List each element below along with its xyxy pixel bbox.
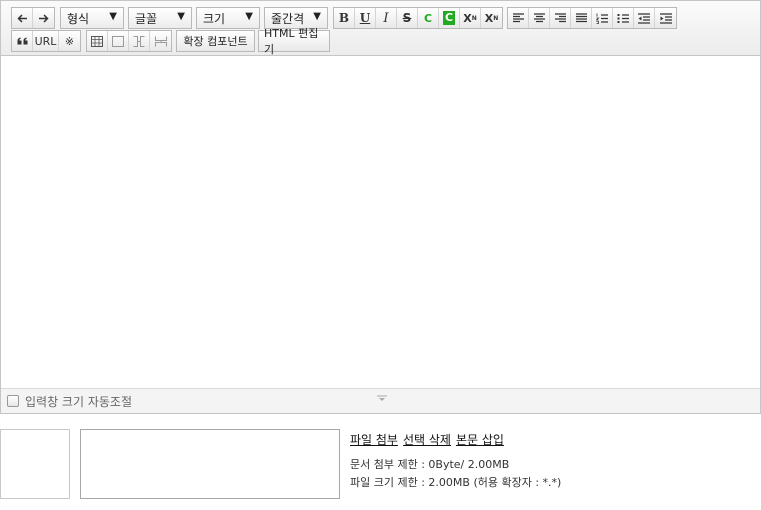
underline-label: U: [359, 11, 371, 25]
merge-cells-button[interactable]: [108, 31, 129, 51]
extension-component-label: 확장 컴포넌트: [183, 35, 248, 48]
attachment-actions: 파일 첨부 선택 삭제 본문 삽입: [350, 431, 504, 448]
auto-resize-bar: 입력창 크기 자동조절: [1, 388, 760, 413]
resize-grip-icon: [377, 395, 387, 401]
italic-button[interactable]: I: [376, 8, 397, 28]
align-center-button[interactable]: [529, 8, 550, 28]
indent-button[interactable]: [655, 8, 676, 28]
ordered-list-button[interactable]: [592, 8, 613, 28]
insert-into-body-link[interactable]: 본문 삽입: [456, 431, 504, 448]
special-char-label: ※: [64, 34, 75, 48]
history-group: [11, 7, 55, 29]
table-icon: [91, 35, 103, 47]
insert-group: URL ※: [11, 30, 81, 52]
rich-text-editor: 형식 ▼ 글꼴 ▼ 크기 ▼ 줄간격 ▼ B U I S C C XN XN U…: [0, 0, 761, 414]
format-select[interactable]: 형식 ▼: [60, 7, 124, 29]
split-row-icon: [154, 36, 167, 46]
arrow-right-icon: [39, 13, 49, 23]
resize-handle-icon[interactable]: [377, 395, 387, 402]
file-size-limit: 파일 크기 제한 : 2.00MB (허용 확장자 : *.*): [350, 476, 562, 489]
outdent-icon: [638, 12, 650, 24]
caret-down-icon: ▼: [177, 11, 185, 22]
undo-button[interactable]: [12, 8, 33, 28]
align-justify-button[interactable]: [571, 8, 592, 28]
font-color-button[interactable]: C: [418, 8, 439, 28]
text-style-group: B U I S C C XN XN: [333, 7, 503, 29]
numbered-list-icon: [596, 13, 608, 24]
strike-label: S: [402, 11, 412, 25]
editor-toolbar: 형식 ▼ 글꼴 ▼ 크기 ▼ 줄간격 ▼ B U I S C C XN XN U…: [1, 1, 760, 56]
auto-resize-checkbox[interactable]: [7, 395, 19, 407]
html-editor-button[interactable]: HTML 편집기: [258, 27, 330, 56]
underline-button[interactable]: U: [355, 8, 376, 28]
background-color-button[interactable]: C: [439, 8, 460, 28]
editor-content-area[interactable]: [1, 57, 760, 388]
align-right-icon: [554, 13, 566, 23]
line-height-select-value: 줄간격: [271, 11, 305, 26]
caret-down-icon: ▼: [109, 11, 117, 22]
merge-cells-icon: [112, 35, 124, 47]
superscript-label: X: [463, 11, 472, 25]
strikethrough-button[interactable]: S: [397, 8, 418, 28]
delete-selected-link[interactable]: 선택 삭제: [403, 431, 451, 448]
bold-label: B: [338, 11, 350, 25]
subscript-button[interactable]: XN: [481, 8, 502, 28]
special-char-button[interactable]: ※: [59, 31, 80, 51]
font-select[interactable]: 글꼴 ▼: [128, 7, 192, 29]
document-attach-limit: 문서 첨부 제한 : 0Byte/ 2.00MB: [350, 458, 510, 471]
insert-table-button[interactable]: [87, 31, 108, 51]
align-left-button[interactable]: [508, 8, 529, 28]
bullet-list-icon: [617, 13, 629, 23]
subscript-mark: N: [493, 14, 499, 22]
attachment-file-list[interactable]: [80, 429, 340, 499]
arrow-left-icon: [16, 13, 27, 23]
split-row-button[interactable]: [150, 31, 171, 51]
extension-component-button[interactable]: 확장 컴포넌트: [176, 30, 255, 52]
caret-down-icon: ▼: [313, 11, 321, 22]
font-select-value: 글꼴: [135, 11, 158, 26]
outdent-button[interactable]: [634, 8, 655, 28]
url-label: URL: [34, 34, 57, 48]
html-editor-label: HTML 편집기: [264, 27, 319, 56]
redo-button[interactable]: [33, 8, 54, 28]
table-group: [86, 30, 172, 52]
url-button[interactable]: URL: [33, 31, 59, 51]
italic-label: I: [383, 10, 389, 26]
attachment-preview: [0, 429, 70, 499]
font-color-label: C: [423, 11, 433, 25]
bold-button[interactable]: B: [334, 8, 355, 28]
indent-icon: [659, 12, 672, 24]
paragraph-group: [507, 7, 677, 29]
split-column-button[interactable]: [129, 31, 150, 51]
bg-color-label: C: [442, 11, 456, 25]
quote-icon: [17, 37, 27, 45]
align-right-button[interactable]: [550, 8, 571, 28]
unordered-list-button[interactable]: [613, 8, 634, 28]
superscript-mark: N: [471, 14, 477, 22]
size-select-value: 크기: [203, 11, 226, 26]
align-justify-icon: [575, 13, 587, 23]
format-select-value: 형식: [67, 11, 90, 26]
align-left-icon: [512, 13, 524, 23]
size-select[interactable]: 크기 ▼: [196, 7, 260, 29]
blockquote-button[interactable]: [12, 31, 33, 51]
subscript-label: X: [484, 11, 494, 25]
attach-file-link[interactable]: 파일 첨부: [350, 431, 398, 448]
align-center-icon: [533, 13, 545, 23]
auto-resize-label: 입력창 크기 자동조절: [25, 394, 132, 409]
caret-down-icon: ▼: [245, 11, 253, 22]
split-column-icon: [133, 35, 145, 47]
superscript-button[interactable]: XN: [460, 8, 481, 28]
